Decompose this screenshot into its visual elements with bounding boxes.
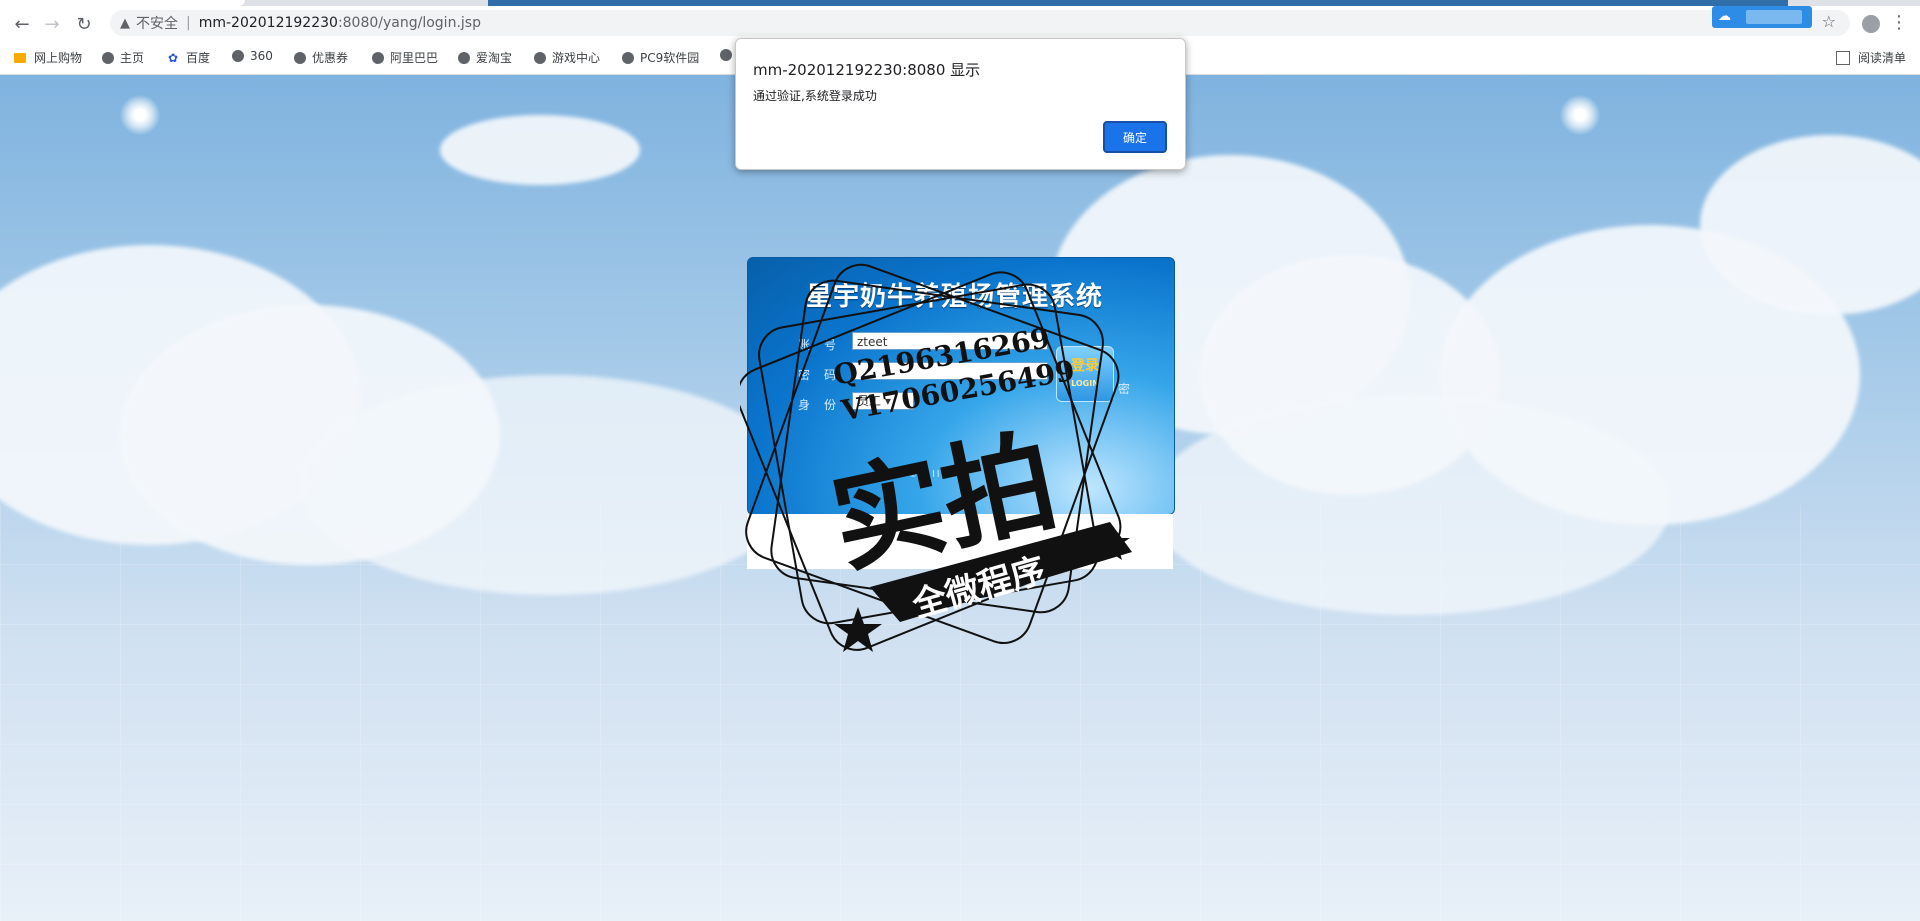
- paw-icon: ✿: [168, 50, 179, 65]
- folder-icon: [14, 52, 26, 63]
- reset-link[interactable]: 密: [1118, 380, 1130, 397]
- bookmark-label: 爱淘宝: [476, 51, 513, 65]
- cloud: [1150, 395, 1670, 615]
- baidu-netdisk-extension[interactable]: ☁: [1712, 6, 1812, 28]
- system-title: 星宇奶牛养殖场管理系统: [806, 282, 1104, 312]
- login-button-sub: LOGIN: [1071, 379, 1099, 388]
- security-label: 不安全: [136, 16, 178, 32]
- bookmark-coupon[interactable]: 优惠券: [294, 49, 348, 66]
- globe-icon: [102, 51, 114, 64]
- warning-icon: ▲: [120, 15, 130, 31]
- globe-icon: [372, 51, 384, 64]
- url-host: mm-202012192230: [198, 15, 338, 31]
- bookmark-label: 360: [250, 49, 273, 63]
- cloud: [440, 115, 640, 185]
- role-select[interactable]: 员工 ▾: [852, 392, 914, 410]
- dialog-title: mm-202012192230:8080 显示: [753, 61, 981, 79]
- profile-avatar-icon[interactable]: [1862, 15, 1880, 33]
- bookmark-games[interactable]: 游戏中心: [534, 49, 600, 66]
- cloud: [300, 375, 800, 595]
- bookmark-label: 网上购物: [34, 51, 83, 65]
- address-bar[interactable]: ▲ 不安全 | mm-202012192230 :8080/yang/login…: [110, 10, 1850, 36]
- password-input[interactable]: [852, 362, 1048, 380]
- copyright-text: t © All r d.: [898, 470, 970, 480]
- login-button-label: 登录: [1071, 358, 1099, 374]
- bookmark-label: 百度: [186, 51, 211, 65]
- reading-list[interactable]: 阅读清单: [1835, 49, 1906, 66]
- dialog-message: 通过验证,系统登录成功: [753, 89, 877, 103]
- bookmark-label: 游戏中心: [552, 51, 601, 65]
- bookmark-label: 优惠券: [312, 51, 349, 65]
- sun: [120, 95, 160, 135]
- role-label: 身份: [798, 398, 851, 412]
- menu-icon[interactable]: ⋮: [1890, 12, 1908, 33]
- bookmark-360[interactable]: 360: [232, 49, 273, 63]
- bookmark-label: PC9软件园: [640, 51, 700, 65]
- role-value: 员工: [857, 394, 882, 408]
- cloud-icon: ☁: [1718, 9, 1731, 24]
- browser-toolbar: ← → ↻ ▲ 不安全 | mm-202012192230 :8080/yang…: [0, 6, 1920, 40]
- login-button[interactable]: 登录 LOGIN: [1056, 346, 1114, 402]
- sun: [1560, 95, 1600, 135]
- globe-icon: [458, 51, 470, 64]
- forward-icon[interactable]: →: [40, 12, 64, 36]
- login-panel-footer: [747, 514, 1173, 569]
- globe-icon: [534, 51, 546, 64]
- account-label: 账号: [798, 338, 851, 352]
- bookmark-pc9[interactable]: PC9软件园: [622, 49, 699, 66]
- url-path: :8080/yang/login.jsp: [337, 15, 481, 31]
- back-icon[interactable]: ←: [10, 12, 34, 36]
- reading-list-label: 阅读清单: [1857, 51, 1906, 65]
- bookmark-baidu[interactable]: ✿ 百度: [168, 49, 210, 66]
- globe-icon: [294, 51, 306, 64]
- password-label: 密码: [798, 368, 851, 382]
- globe-icon: [232, 50, 244, 62]
- alert-dialog: mm-202012192230:8080 显示 通过验证,系统登录成功 确定: [735, 38, 1186, 170]
- bookmark-shopping[interactable]: 网上购物: [14, 49, 82, 66]
- globe-icon: [622, 51, 634, 64]
- bookmark-label: 主页: [120, 51, 145, 65]
- bookmark-aitaobao[interactable]: 爱淘宝: [458, 49, 512, 66]
- account-input[interactable]: zteet: [852, 332, 1048, 350]
- ok-button[interactable]: 确定: [1103, 121, 1167, 153]
- bookmark-home[interactable]: 主页: [102, 49, 144, 66]
- extension-label: [1746, 10, 1802, 24]
- bookmark-label: 阿里巴巴: [390, 51, 439, 65]
- bookmark-alibaba[interactable]: 阿里巴巴: [372, 49, 438, 66]
- bookmark-star-icon[interactable]: ☆: [1822, 12, 1836, 31]
- globe-icon: [720, 49, 732, 61]
- login-panel: 星宇奶牛养殖场管理系统 账号 zteet 密码 身份 员工 ▾ 登录 LOGIN…: [747, 257, 1175, 515]
- address-separator: |: [186, 15, 191, 31]
- reload-icon[interactable]: ↻: [72, 12, 96, 36]
- reading-list-icon: [1835, 50, 1850, 65]
